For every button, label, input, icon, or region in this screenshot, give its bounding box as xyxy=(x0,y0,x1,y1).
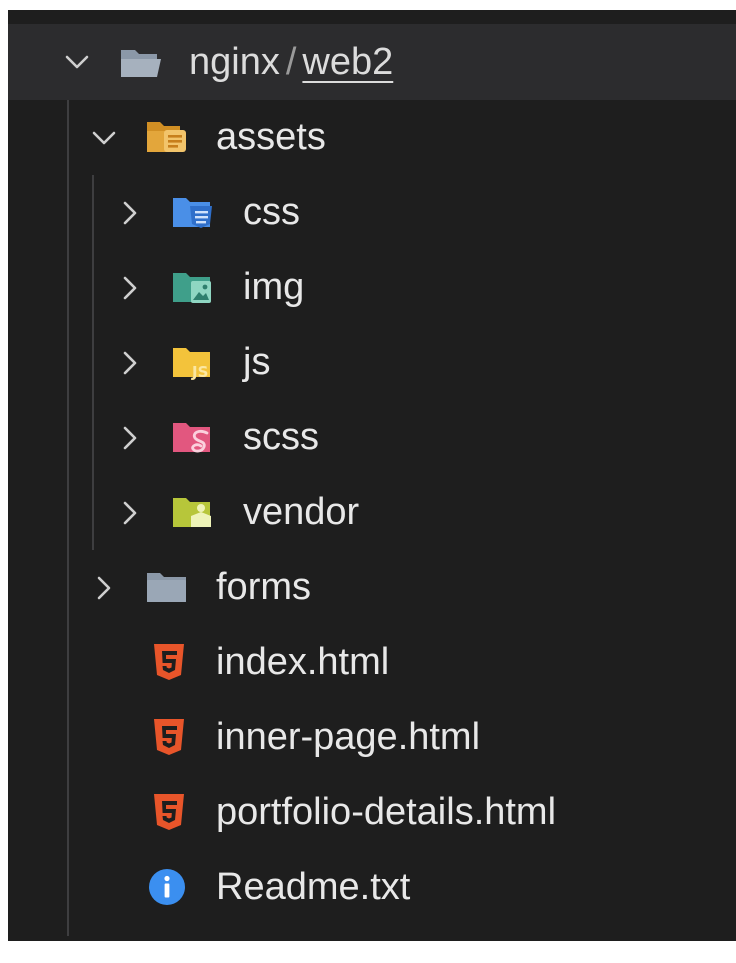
chevron-right-icon[interactable] xyxy=(114,272,146,304)
tree-item-label: vendor xyxy=(243,491,360,533)
tree-item-portfolio-details-html[interactable]: portfolio-details.html xyxy=(8,775,736,850)
chevron-down-icon[interactable] xyxy=(61,46,93,78)
chevron-right-icon[interactable] xyxy=(114,197,146,229)
folder-img-icon xyxy=(173,273,211,303)
chevron-right-icon[interactable] xyxy=(114,497,146,529)
scroll-clip xyxy=(8,10,736,24)
breadcrumb-web2[interactable]: web2 xyxy=(302,41,393,83)
tree-item-scss[interactable]: scss xyxy=(8,400,736,475)
html5-icon xyxy=(154,644,184,680)
tree-item-label: scss xyxy=(243,416,319,458)
tree-item-inner-page-html[interactable]: inner-page.html xyxy=(8,700,736,775)
tree-item-css[interactable]: css xyxy=(8,175,736,250)
tree-item-label: css xyxy=(243,191,300,233)
tree-item-readme-txt[interactable]: Readme.txt xyxy=(8,850,736,925)
folder-assets-open-icon xyxy=(147,122,186,152)
folder-js-icon: JS xyxy=(173,348,210,381)
tree-item-label: inner-page.html xyxy=(216,716,481,758)
breadcrumb: nginx / web2 xyxy=(189,24,393,100)
tree-item-img[interactable]: img xyxy=(8,250,736,325)
info-icon xyxy=(149,869,185,905)
tree-item-vendor[interactable]: vendor xyxy=(8,475,736,550)
tree-item-forms[interactable]: forms xyxy=(8,550,736,625)
html5-icon xyxy=(154,794,184,830)
tree-item-label: img xyxy=(243,266,305,308)
chevron-right-icon[interactable] xyxy=(114,422,146,454)
html5-icon xyxy=(154,719,184,755)
tree-item-js[interactable]: JS js xyxy=(8,325,736,400)
folder-open-icon xyxy=(121,50,161,77)
tree-item-label: js xyxy=(243,341,271,383)
tree-item-assets[interactable]: assets xyxy=(8,100,736,175)
folder-css-icon xyxy=(173,198,212,228)
tree-item-label: portfolio-details.html xyxy=(216,791,557,833)
tree-item-label: forms xyxy=(216,566,311,608)
breadcrumb-nginx[interactable]: nginx xyxy=(189,41,280,83)
root-folder-header[interactable]: nginx / web2 xyxy=(8,24,736,100)
chevron-down-icon[interactable] xyxy=(88,122,120,154)
folder-icon xyxy=(147,573,186,602)
folder-vendor-icon xyxy=(173,498,211,527)
chevron-right-icon[interactable] xyxy=(88,572,120,604)
breadcrumb-separator: / xyxy=(285,41,297,83)
tree-item-label: index.html xyxy=(216,641,390,683)
svg-text:JS: JS xyxy=(191,363,208,381)
folder-scss-icon xyxy=(173,423,210,453)
tree-item-label: assets xyxy=(216,116,326,158)
file-explorer: nginx / web2 assets css img JS js scss v… xyxy=(8,10,736,941)
tree-item-index-html[interactable]: index.html xyxy=(8,625,736,700)
chevron-right-icon[interactable] xyxy=(114,347,146,379)
tree-item-label: Readme.txt xyxy=(216,866,411,908)
